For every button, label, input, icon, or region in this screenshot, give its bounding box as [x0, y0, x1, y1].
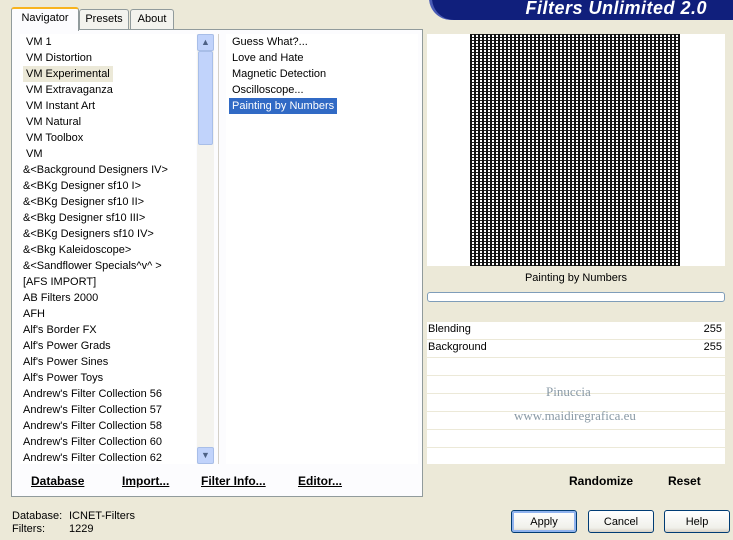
category-item[interactable]: VM Extravaganza — [23, 82, 116, 98]
preview-image — [470, 34, 680, 266]
tab-presets[interactable]: Presets — [79, 9, 129, 30]
category-item[interactable]: AB Filters 2000 — [20, 290, 101, 306]
watermark-url: www.maidiregrafica.eu — [514, 408, 636, 423]
reset-button[interactable]: Reset — [668, 474, 701, 488]
category-item[interactable]: &<BKg Designers sf10 IV> — [20, 226, 157, 242]
category-item[interactable]: &<Sandflower Specials^v^ > — [20, 258, 165, 274]
category-item[interactable]: VM Toolbox — [23, 130, 86, 146]
category-item[interactable]: &<Bkg Designer sf10 III> — [20, 210, 148, 226]
app-title: Filters Unlimited 2.0 — [525, 0, 707, 18]
category-item[interactable]: AFH — [20, 306, 48, 322]
list-divider — [218, 34, 219, 464]
progress-bar — [427, 292, 725, 302]
randomize-button[interactable]: Randomize — [569, 474, 633, 488]
param-row-empty — [427, 358, 725, 376]
filters-label: Filters: — [12, 523, 45, 535]
param-row-empty — [427, 430, 725, 448]
category-item[interactable]: Andrew's Filter Collection 56 — [20, 386, 165, 402]
category-item[interactable]: [AFS IMPORT] — [20, 274, 99, 290]
category-item[interactable]: &<BKg Designer sf10 I> — [20, 178, 144, 194]
database-label: Database: — [12, 510, 63, 522]
database-button[interactable]: Database — [31, 474, 84, 488]
database-value: ICNET-Filters — [69, 510, 135, 522]
param-value: 255 — [703, 323, 722, 335]
chevron-up-icon: ▲ — [201, 37, 210, 47]
category-item[interactable]: VM Experimental — [23, 66, 113, 82]
filter-item[interactable]: Magnetic Detection — [229, 66, 329, 82]
category-item[interactable]: VM Instant Art — [23, 98, 98, 114]
category-item[interactable]: VM Natural — [23, 114, 84, 130]
param-value: 255 — [703, 341, 722, 353]
tab-about[interactable]: About — [130, 9, 174, 30]
category-item[interactable]: Alf's Power Grads — [20, 338, 114, 354]
editor-button[interactable]: Editor... — [298, 474, 342, 488]
category-item[interactable]: &<BKg Designer sf10 II> — [20, 194, 147, 210]
category-item[interactable]: Andrew's Filter Collection 62 — [20, 450, 165, 464]
filter-item[interactable]: Guess What?... — [229, 34, 311, 50]
help-button[interactable]: Help — [664, 510, 730, 533]
category-item[interactable]: &<Background Designers IV> — [20, 162, 171, 178]
param-row-background[interactable]: Background 255 — [427, 340, 725, 358]
param-row-blending[interactable]: Blending 255 — [427, 322, 725, 340]
category-item[interactable]: VM — [23, 146, 46, 162]
param-label: Blending — [428, 323, 471, 335]
chevron-down-icon: ▼ — [201, 450, 210, 460]
category-item[interactable]: Andrew's Filter Collection 58 — [20, 418, 165, 434]
title-banner: Filters Unlimited 2.0 — [432, 0, 733, 20]
category-item[interactable]: Alf's Power Toys — [20, 370, 106, 386]
import-button[interactable]: Import... — [122, 474, 169, 488]
filter-item[interactable]: Painting by Numbers — [229, 98, 338, 114]
filters-count: 1229 — [69, 523, 94, 535]
category-item[interactable]: Alf's Border FX — [20, 322, 100, 338]
tab-navigator[interactable]: Navigator — [11, 7, 79, 31]
category-scrollbar[interactable]: ▲ ▼ — [197, 34, 214, 464]
category-item[interactable]: VM 1 — [23, 34, 55, 50]
category-list[interactable]: VM 1 VM Distortion VM Experimental VM Extra… — [20, 34, 196, 464]
scroll-up-button[interactable]: ▲ — [197, 34, 214, 51]
param-row-empty — [427, 448, 725, 466]
category-item[interactable]: &<Bkg Kaleidoscope> — [20, 242, 134, 258]
watermark-name: Pinuccia — [546, 384, 591, 399]
category-item[interactable]: Andrew's Filter Collection 57 — [20, 402, 165, 418]
param-label: Background — [428, 341, 487, 353]
category-item[interactable]: VM Distortion — [23, 50, 95, 66]
filter-item[interactable]: Love and Hate — [229, 50, 307, 66]
cancel-button[interactable]: Cancel — [588, 510, 654, 533]
category-item[interactable]: Andrew's Filter Collection 60 — [20, 434, 165, 450]
preview-filter-name: Painting by Numbers — [427, 268, 725, 288]
category-item[interactable]: Alf's Power Sines — [20, 354, 111, 370]
apply-button[interactable]: Apply — [511, 510, 577, 533]
filter-list[interactable]: Guess What?... Love and Hate Magnetic Dete… — [226, 34, 418, 464]
scroll-thumb[interactable] — [198, 51, 213, 145]
filter-item[interactable]: Oscilloscope... — [229, 82, 307, 98]
scroll-down-button[interactable]: ▼ — [197, 447, 214, 464]
filter-info-button[interactable]: Filter Info... — [201, 474, 266, 488]
